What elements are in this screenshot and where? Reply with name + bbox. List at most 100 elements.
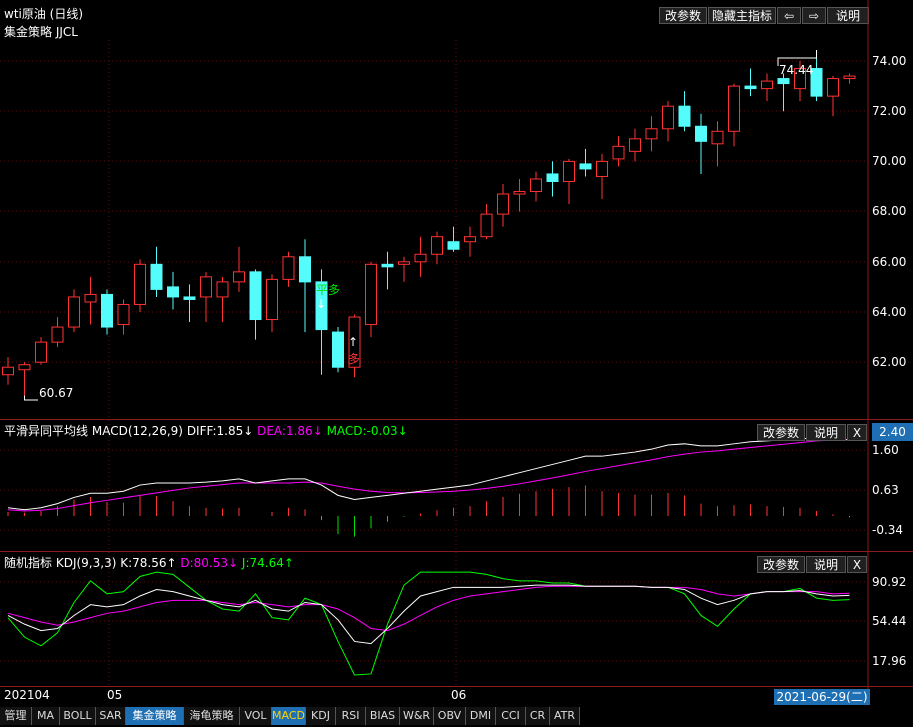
candle-body xyxy=(612,145,625,160)
tab-6[interactable]: VOL xyxy=(240,707,272,725)
kdj-name: 随机指标 xyxy=(4,556,53,570)
tab-16[interactable]: ATR xyxy=(550,707,580,725)
candle-body xyxy=(695,125,707,142)
macd-value-box: 2.40 xyxy=(872,423,913,441)
candle-body xyxy=(464,236,476,243)
tab-13[interactable]: DMI xyxy=(466,707,496,725)
candle-body xyxy=(332,331,344,368)
candle-body xyxy=(200,276,212,298)
tab-9[interactable]: RSI xyxy=(336,707,366,725)
sell-signal-label: 平多 xyxy=(316,283,341,297)
macd-help-button[interactable]: 说明 xyxy=(806,424,846,441)
candle-body xyxy=(84,293,97,303)
tab-7[interactable]: MACD xyxy=(272,707,306,725)
kdj-k-value: K:78.56↑ xyxy=(120,556,177,570)
chart-canvas xyxy=(0,0,869,705)
candle-body xyxy=(662,105,674,130)
candle-body xyxy=(513,191,526,195)
x-axis-line xyxy=(0,686,913,687)
candle-body xyxy=(299,256,311,283)
candle-body xyxy=(51,326,64,343)
diff-line xyxy=(7,437,850,511)
k-line xyxy=(7,584,850,645)
candle-body xyxy=(150,263,163,290)
kdj-help-button[interactable]: 说明 xyxy=(806,556,846,573)
candle-body xyxy=(249,271,262,321)
d-line xyxy=(7,585,850,632)
kdj-y-tick-label: 54.44 xyxy=(872,614,907,628)
annotations xyxy=(24,49,817,401)
candle-body xyxy=(744,85,757,90)
candle-body xyxy=(2,366,14,376)
candle-body xyxy=(546,173,559,182)
x-tick-label: 06 xyxy=(451,688,467,702)
candle-body xyxy=(563,160,575,182)
tab-4[interactable]: 集金策略 xyxy=(126,707,184,725)
tab-2[interactable]: BOLL xyxy=(60,707,96,725)
tab-5[interactable]: 海龟策略 xyxy=(184,707,240,725)
down-arrow-icon: ↓ xyxy=(316,297,327,311)
candle-body xyxy=(431,236,443,255)
y-tick-label: 74.00 xyxy=(872,54,907,68)
kdj-change-params-button[interactable]: 改参数 xyxy=(757,556,805,573)
y-tick-label: 68.00 xyxy=(872,204,907,218)
kdj-d-value: D:80.53↓ xyxy=(180,556,239,570)
candle-body xyxy=(365,263,377,326)
kdj-y-tick-label: 90.92 xyxy=(872,575,907,589)
macd-y-tick-label: 0.63 xyxy=(872,483,899,497)
candle-body xyxy=(414,253,427,263)
tab-12[interactable]: OBV xyxy=(434,707,466,725)
kdj-close-button[interactable]: X xyxy=(847,556,867,573)
tab-15[interactable]: CR xyxy=(526,707,550,725)
macd-y-tick-label: -0.34 xyxy=(872,523,904,537)
candle-body xyxy=(183,296,196,300)
candlestick-series xyxy=(2,49,856,396)
macd-change-params-button[interactable]: 改参数 xyxy=(757,424,805,441)
high-price-label: 74.44 xyxy=(779,63,814,77)
candle-body xyxy=(761,80,773,90)
tab-3[interactable]: SAR xyxy=(96,707,126,725)
tab-8[interactable]: KDJ xyxy=(306,707,336,725)
tab-0[interactable]: 管理 xyxy=(0,707,32,725)
candle-body xyxy=(777,78,790,85)
kdj-header: 随机指标 KDJ(9,3,3) K:78.56↑ D:80.53↓ J:74.6… xyxy=(4,556,294,570)
tab-10[interactable]: BIAS xyxy=(366,707,400,725)
candle-body xyxy=(843,75,856,80)
macd-diff-value: DIFF:1.85↓ xyxy=(186,424,254,438)
low-price-label: 60.67 xyxy=(39,386,74,400)
macd-close-button[interactable]: X xyxy=(847,424,867,441)
y-tick-label: 70.00 xyxy=(872,154,907,168)
candle-body xyxy=(18,364,31,371)
kdj-params: KDJ(9,3,3) xyxy=(55,556,117,570)
candle-body xyxy=(398,261,410,265)
candle-body xyxy=(68,296,80,328)
candle-body xyxy=(216,281,229,298)
candle-body xyxy=(711,130,724,145)
panel-divider xyxy=(0,551,913,552)
candle-body xyxy=(101,293,113,328)
macd-dea-value: DEA:1.86↓ xyxy=(257,424,323,438)
tab-11[interactable]: W&R xyxy=(400,707,434,725)
candle-body xyxy=(629,138,641,152)
y-tick-label: 66.00 xyxy=(872,255,907,269)
kdj-j-value: J:74.64↑ xyxy=(241,556,294,570)
y-tick-label: 62.00 xyxy=(872,355,907,369)
candle-body xyxy=(233,271,245,283)
macd-name: 平滑异同平均线 xyxy=(4,424,89,438)
candle-body xyxy=(728,85,740,132)
candle-body xyxy=(35,341,47,363)
buy-signal-label: 多 xyxy=(348,352,361,366)
candle-body xyxy=(266,278,278,321)
kdj-series xyxy=(7,571,850,676)
macd-hist-value: MACD:-0.03↓ xyxy=(326,424,408,438)
macd-y-tick-label: 1.60 xyxy=(872,443,899,457)
candle-body xyxy=(827,78,839,97)
low-leader-line xyxy=(24,395,38,401)
candle-body xyxy=(167,286,179,298)
macd-params: MACD(12,26,9) xyxy=(91,424,183,438)
tab-1[interactable]: MA xyxy=(32,707,60,725)
candle-body xyxy=(381,263,394,268)
x-tick-label: 202104 xyxy=(4,688,50,702)
tab-14[interactable]: CCI xyxy=(496,707,526,725)
x-tick-label: 05 xyxy=(107,688,123,702)
